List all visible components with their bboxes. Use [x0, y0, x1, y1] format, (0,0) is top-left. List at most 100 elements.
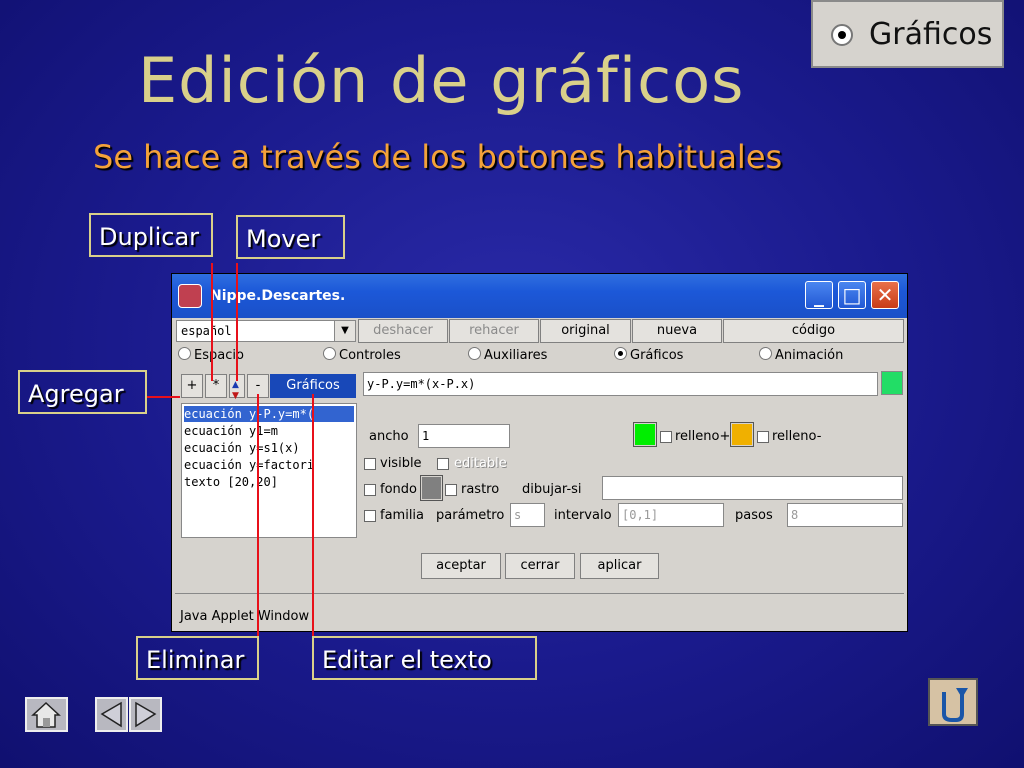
relleno-plus-color-button[interactable] — [633, 422, 657, 447]
dibujar-si-label: dibujar-si — [522, 482, 582, 497]
intervalo-label: intervalo — [554, 508, 612, 523]
parametro-label: parámetro — [436, 508, 505, 523]
next-button[interactable] — [129, 697, 162, 732]
apply-button[interactable]: aplicar — [580, 553, 659, 579]
language-value: español — [181, 324, 232, 338]
undo-button[interactable]: deshacer — [358, 319, 448, 343]
slide-title: Edición de gráficos — [138, 44, 745, 117]
window-titlebar[interactable]: Nippe.Descartes. _ □ ✕ — [172, 274, 907, 318]
familia-label: familia — [380, 508, 425, 523]
radio-icon — [759, 347, 772, 360]
new-button[interactable]: nueva — [632, 319, 722, 343]
add-button[interactable]: + — [181, 374, 203, 398]
radio-icon — [468, 347, 481, 360]
editable-label: editable — [454, 456, 507, 471]
relleno-minus-label: relleno- — [772, 429, 822, 444]
redo-button[interactable]: rehacer — [449, 319, 539, 343]
maximize-button[interactable]: □ — [838, 281, 866, 309]
rastro-checkbox[interactable] — [445, 484, 457, 496]
original-button[interactable]: original — [540, 319, 631, 343]
code-button[interactable]: código — [723, 319, 904, 343]
duplicar-connector — [211, 263, 213, 381]
expression-color-fill — [882, 372, 902, 394]
tab-animacion[interactable]: Animación — [759, 347, 843, 363]
language-select[interactable]: español ▼ — [176, 320, 356, 342]
expression-color-swatch[interactable] — [881, 371, 903, 395]
graphics-list[interactable]: ecuación y-P.y=m*( ecuación y1=m ecuació… — [181, 403, 357, 538]
callout-duplicar: Duplicar — [89, 213, 213, 257]
tab-controles[interactable]: Controles — [323, 347, 401, 363]
intervalo-input[interactable]: [0,1] — [618, 503, 724, 527]
window-title: Nippe.Descartes. — [210, 288, 346, 304]
status-text: Java Applet Window — [180, 609, 310, 624]
tab-label: Gráficos — [630, 348, 684, 363]
callout-mover: Mover — [236, 215, 345, 259]
callout-eliminar: Eliminar — [136, 636, 259, 680]
pasos-label: pasos — [735, 508, 773, 523]
close-icon: ✕ — [876, 283, 894, 307]
dibujar-si-input[interactable] — [602, 476, 903, 500]
callout-agregar: Agregar — [18, 370, 147, 414]
callout-editar-texto: Editar el texto — [312, 636, 537, 680]
fondo-checkbox[interactable] — [364, 484, 376, 496]
duplicate-button[interactable]: * — [205, 374, 227, 398]
close-button[interactable]: ✕ — [871, 281, 899, 309]
close-dialog-button[interactable]: cerrar — [505, 553, 575, 579]
fondo-label: fondo — [380, 482, 417, 497]
radio-selected-icon — [831, 24, 853, 46]
relleno-minus-checkbox[interactable] — [757, 431, 769, 443]
list-item-selected[interactable]: ecuación y-P.y=m*( — [184, 406, 354, 422]
return-button[interactable] — [928, 678, 978, 726]
tab-graficos[interactable]: Gráficos — [614, 347, 683, 363]
return-arrow-icon — [942, 688, 968, 722]
ancho-input[interactable]: 1 — [418, 424, 510, 448]
radio-icon — [178, 347, 191, 360]
minimize-icon: _ — [814, 283, 824, 307]
mover-connector — [236, 263, 238, 381]
fondo-swatch — [422, 477, 441, 499]
visible-checkbox[interactable] — [364, 458, 376, 470]
thumbnail-label: Gráficos — [869, 17, 993, 52]
pasos-input[interactable]: 8 — [787, 503, 903, 527]
list-item[interactable]: ecuación y=s1(x) — [184, 440, 300, 457]
relleno-plus-label: relleno+ — [675, 429, 731, 444]
arrow-right-icon — [135, 701, 157, 728]
home-icon — [31, 701, 61, 728]
arrow-left-icon — [100, 701, 122, 728]
chevron-down-icon: ▼ — [334, 321, 355, 341]
maximize-icon: □ — [842, 283, 862, 307]
tab-label: Auxiliares — [484, 348, 548, 363]
minimize-button[interactable]: _ — [805, 281, 833, 309]
status-divider — [175, 593, 904, 594]
graficos-radio-thumbnail: Gráficos — [811, 0, 1004, 68]
tab-label: Animación — [775, 348, 844, 363]
accept-button[interactable]: aceptar — [421, 553, 501, 579]
tab-auxiliares[interactable]: Auxiliares — [468, 347, 547, 363]
fondo-color-button[interactable] — [420, 475, 443, 501]
eliminar-connector — [257, 394, 259, 636]
familia-checkbox[interactable] — [364, 510, 376, 522]
slide-subtitle: Se hace a través de los botones habitual… — [93, 138, 783, 176]
agregar-connector — [147, 396, 180, 398]
visible-label: visible — [380, 456, 422, 471]
tab-label: Controles — [339, 348, 401, 363]
expression-input[interactable]: y-P.y=m*(x-P.x) — [363, 372, 878, 396]
ancho-label: ancho — [369, 429, 409, 444]
relleno-minus-swatch — [732, 424, 752, 445]
app-icon — [178, 284, 202, 308]
home-button[interactable] — [25, 697, 68, 732]
radio-selected-icon — [614, 347, 627, 360]
relleno-minus-color-button[interactable] — [730, 422, 754, 447]
rastro-label: rastro — [461, 482, 500, 497]
applet-window: Nippe.Descartes. _ □ ✕ español ▼ deshace… — [171, 273, 908, 632]
editable-checkbox[interactable] — [437, 458, 449, 470]
parametro-input[interactable]: s — [510, 503, 545, 527]
editar-connector — [312, 394, 314, 636]
relleno-plus-checkbox[interactable] — [660, 431, 672, 443]
list-item[interactable]: texto [20,20] — [184, 474, 278, 491]
radio-icon — [323, 347, 336, 360]
previous-button[interactable] — [95, 697, 128, 732]
list-item[interactable]: ecuación y1=m — [184, 423, 278, 440]
list-item[interactable]: ecuación y=factori — [184, 457, 314, 474]
relleno-plus-swatch — [635, 424, 655, 445]
